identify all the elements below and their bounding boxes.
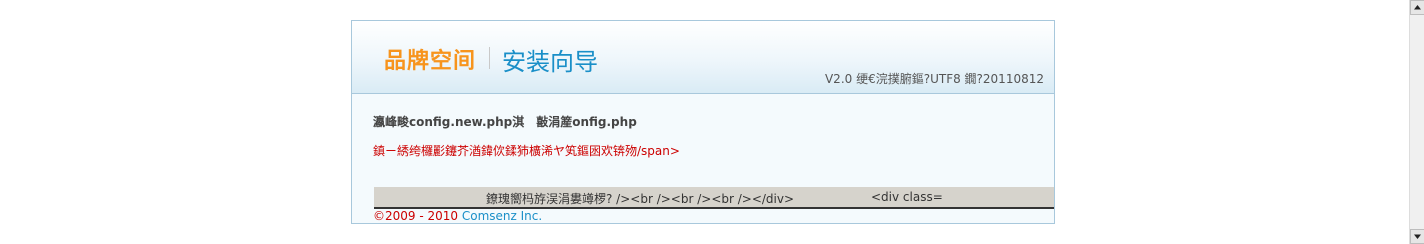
copyright: ©2009 - 2010 Comsenz Inc. [373, 209, 542, 223]
header: 品牌空间 安装向导 V2.0 绠€浣撲腑鏂?UTF8 鐗?20110812 [352, 21, 1054, 94]
install-frame: 品牌空间 安装向导 V2.0 绠€浣撲腑鏂?UTF8 鐗?20110812 瀛峰… [351, 20, 1055, 224]
brand-logo: 品牌空间 [384, 49, 477, 74]
back-link-text[interactable]: 鐐瑰嚮杩斿洖涓婁竴椤? /><br /><br /><br /></div> [486, 190, 794, 207]
error-message: 鎮ㄧ綉绔欏彲鑳芥湭鍏佽鍒犻櫎浠ヤ笂鏂囦欢锛歾/span> [373, 144, 680, 158]
copyright-year: ©2009 - 2010 [373, 209, 462, 223]
brand-separator [489, 47, 490, 69]
arrow-up-icon[interactable] [1410, 0, 1424, 15]
arrow-down-icon[interactable] [1410, 229, 1424, 244]
message-title: 瀛峰畯config.new.php淇 敼涓簅onfig.php [373, 115, 637, 129]
vertical-scrollbar[interactable] [1409, 0, 1424, 244]
page-title: 安装向导 [502, 48, 598, 76]
version-label: V2.0 绠€浣撲腑鏂?UTF8 鐗?20110812 [824, 72, 1044, 86]
footer-bar: 鐐瑰嚮杩斿洖涓婁竴椤? /><br /><br /><br /></div> <… [374, 187, 1054, 209]
copyright-company[interactable]: Comsenz Inc. [462, 209, 542, 223]
footer-markup-text: <div class= [871, 190, 943, 204]
